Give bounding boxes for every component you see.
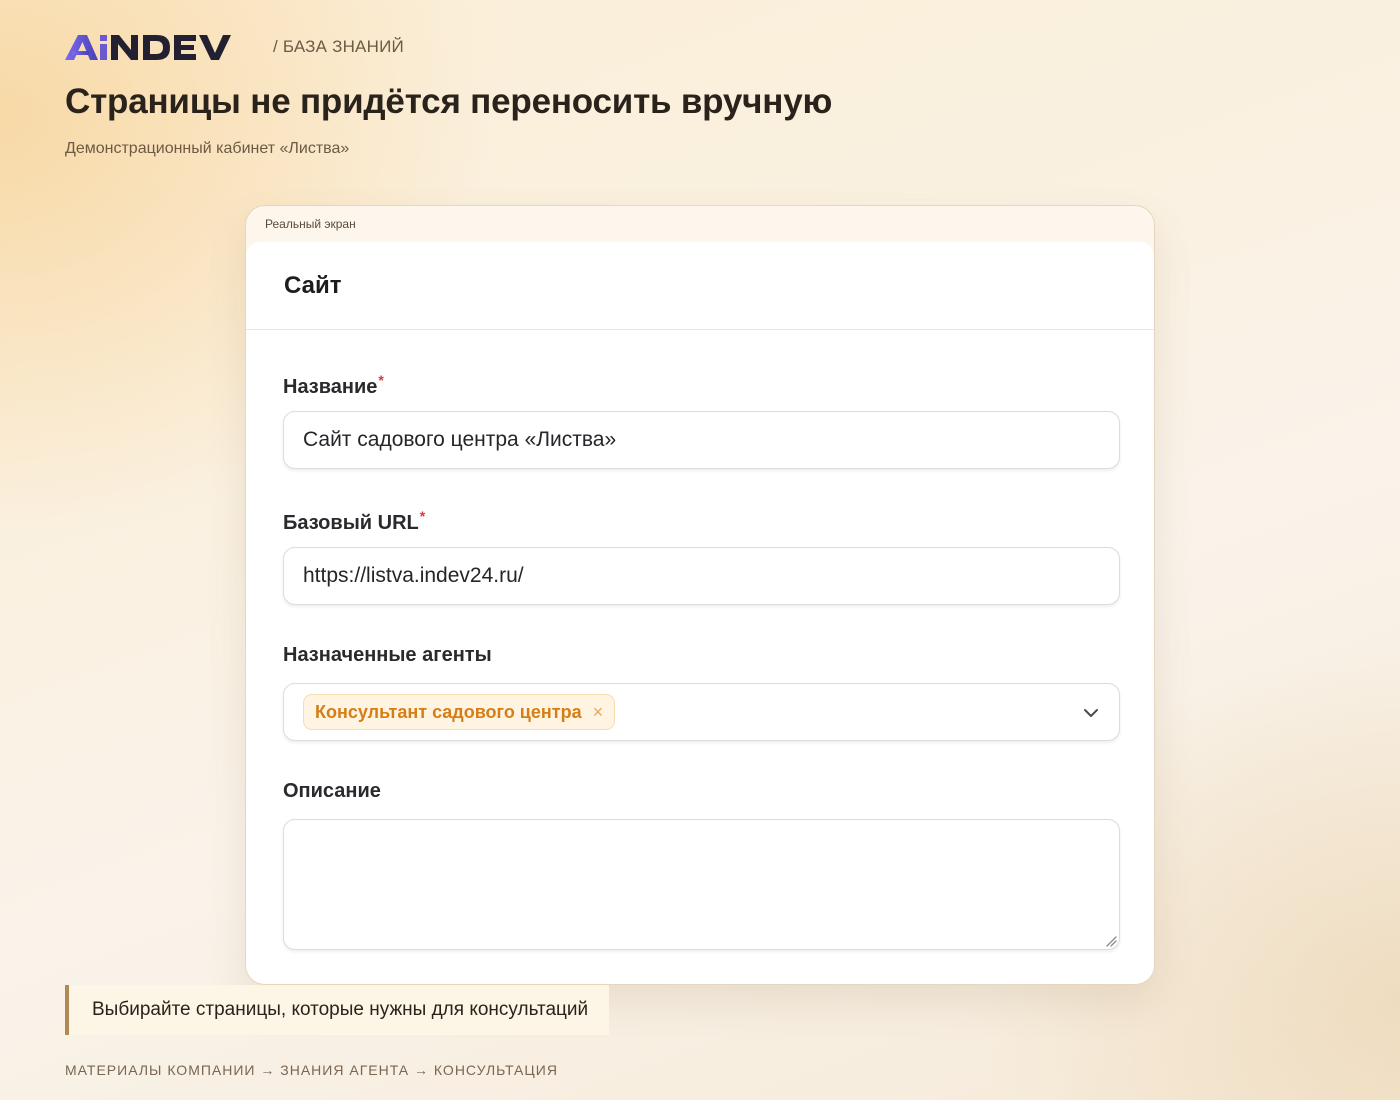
agents-label: Назначенные агенты bbox=[283, 644, 492, 667]
screen-preview-frame: Реальный экран Сайт Название* Сайт садов… bbox=[245, 205, 1155, 985]
agent-chip-label: Консультант садового центра bbox=[315, 701, 582, 722]
name-input-value: Сайт садового центра «Листва» bbox=[303, 428, 617, 451]
page-subtitle: Демонстрационный кабинет «Листва» bbox=[65, 140, 350, 157]
required-mark: * bbox=[378, 372, 384, 388]
base-url-label-text: Базовый URL bbox=[283, 512, 419, 534]
resize-grip-icon[interactable] bbox=[1105, 935, 1117, 947]
chevron-down-icon[interactable] bbox=[1082, 704, 1100, 722]
description-textarea[interactable] bbox=[283, 819, 1120, 950]
screen-title: Сайт bbox=[284, 271, 342, 299]
frame-label: Реальный экран bbox=[265, 217, 356, 231]
description-label-text: Описание bbox=[283, 780, 381, 802]
name-input[interactable]: Сайт садового центра «Листва» bbox=[283, 411, 1120, 469]
description-label: Описание bbox=[283, 780, 381, 803]
screen-header: Сайт bbox=[246, 242, 1154, 330]
brand-row: / БАЗА ЗНАНИЙ bbox=[65, 32, 404, 62]
agents-label-text: Назначенные агенты bbox=[283, 644, 492, 666]
breadcrumb[interactable]: / БАЗА ЗНАНИЙ bbox=[273, 37, 404, 57]
base-url-label: Базовый URL* bbox=[283, 508, 425, 535]
base-url-input-value: https://listva.indev24.ru/ bbox=[303, 564, 524, 587]
name-label-text: Название bbox=[283, 376, 378, 398]
callout: Выбирайте страницы, которые нужны для ко… bbox=[65, 985, 609, 1035]
close-icon[interactable]: × bbox=[593, 702, 604, 723]
agent-chip: Консультант садового центра × bbox=[303, 694, 616, 730]
required-mark: * bbox=[419, 508, 426, 524]
base-url-input[interactable]: https://listva.indev24.ru/ bbox=[283, 547, 1120, 605]
name-label: Название* bbox=[283, 372, 384, 399]
flow-steps: МАТЕРИАЛЫ КОМПАНИИ → ЗНАНИЯ АГЕНТА → КОН… bbox=[65, 1062, 558, 1078]
aindev-logo[interactable] bbox=[65, 33, 251, 61]
site-form-screen: Сайт Название* Сайт садового центра «Лис… bbox=[246, 242, 1154, 984]
page-title: Страницы не придётся переносить вручную bbox=[65, 82, 833, 121]
agents-select[interactable]: Консультант садового центра × bbox=[283, 683, 1120, 741]
